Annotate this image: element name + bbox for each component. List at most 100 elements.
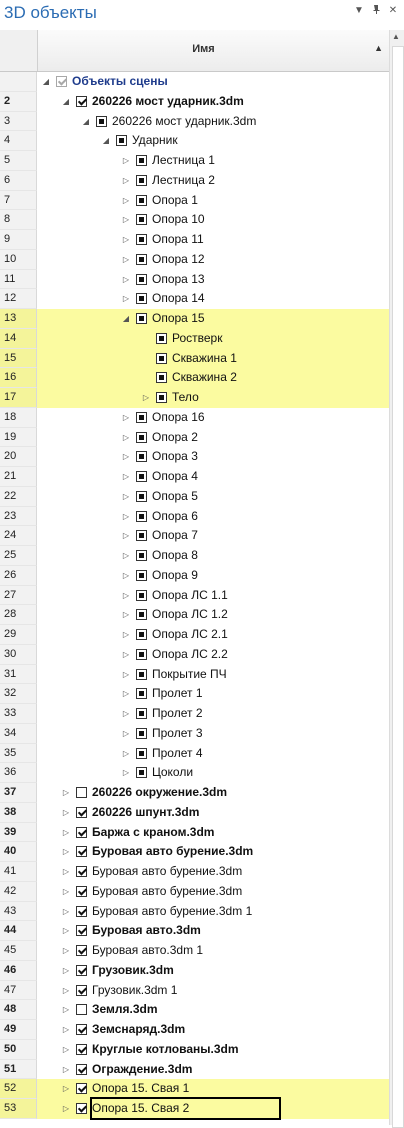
- visibility-checkbox[interactable]: [136, 589, 147, 601]
- expand-arrow-icon[interactable]: ▷: [60, 902, 72, 922]
- expand-arrow-icon[interactable]: ▷: [60, 862, 72, 882]
- visibility-checkbox[interactable]: [76, 1024, 87, 1035]
- expand-arrow-icon[interactable]: ▷: [60, 803, 72, 823]
- expand-arrow-icon[interactable]: ▷: [120, 744, 132, 764]
- scroll-up-icon[interactable]: ▲: [392, 32, 400, 41]
- expand-arrow-icon[interactable]: ▷: [120, 507, 132, 527]
- visibility-checkbox[interactable]: [136, 708, 147, 719]
- tree-row[interactable]: 13 ◢ Опора 15: [0, 309, 389, 329]
- tree-row[interactable]: 42 ▷ Буровая авто бурение.3dm: [0, 881, 389, 902]
- tree-row[interactable]: 46 ▷ Грузовик.3dm: [0, 960, 389, 981]
- visibility-checkbox[interactable]: [136, 174, 147, 186]
- expand-arrow-icon[interactable]: ▷: [120, 724, 132, 744]
- visibility-checkbox[interactable]: [136, 510, 147, 522]
- tree-row[interactable]: 35 ▷ Пролет 4: [0, 743, 389, 764]
- expand-arrow-icon[interactable]: ▷: [120, 526, 132, 546]
- expand-arrow-icon[interactable]: ▷: [120, 210, 132, 230]
- expand-arrow-icon[interactable]: ▷: [120, 270, 132, 290]
- expand-arrow-icon[interactable]: ▷: [120, 645, 132, 665]
- close-icon[interactable]: ✕: [386, 4, 400, 18]
- expand-arrow-icon[interactable]: ▷: [120, 467, 132, 487]
- visibility-checkbox[interactable]: [136, 234, 147, 245]
- tree-row[interactable]: 9 ▷ Опора 11: [0, 230, 389, 250]
- visibility-checkbox[interactable]: [136, 471, 147, 482]
- tree-row[interactable]: 17 ▷ Тело: [0, 388, 389, 408]
- visibility-checkbox[interactable]: [136, 569, 147, 581]
- tree-row[interactable]: 34 ▷ Пролет 3: [0, 723, 389, 744]
- tree-row[interactable]: 10 ▷ Опора 12: [0, 249, 389, 270]
- visibility-checkbox[interactable]: [76, 964, 87, 976]
- tree-row[interactable]: 36 ▷ Цоколи: [0, 763, 389, 783]
- tree-row[interactable]: 47 ▷ Грузовик.3dm 1: [0, 980, 389, 1001]
- expand-arrow-icon[interactable]: ▷: [140, 388, 152, 408]
- collapse-arrow-icon[interactable]: ◢: [120, 309, 132, 329]
- expand-arrow-icon[interactable]: ▷: [60, 1079, 72, 1099]
- expand-arrow-icon[interactable]: ▷: [60, 823, 72, 843]
- tree-row[interactable]: 27 ▷ Опора ЛС 1.1: [0, 585, 389, 606]
- visibility-checkbox[interactable]: [76, 945, 87, 956]
- tree-row[interactable]: 15 Скважина 1: [0, 348, 389, 369]
- tree-row[interactable]: 18 ▷ Опора 16: [0, 407, 389, 428]
- expand-arrow-icon[interactable]: ▷: [60, 783, 72, 803]
- tree-row[interactable]: 14 Ростверк: [0, 328, 389, 349]
- visibility-checkbox[interactable]: [136, 550, 147, 561]
- expand-arrow-icon[interactable]: ▷: [60, 1040, 72, 1060]
- tree-row[interactable]: 5 ▷ Лестница 1: [0, 151, 389, 171]
- visibility-checkbox[interactable]: [136, 273, 147, 285]
- tree-row[interactable]: 6 ▷ Лестница 2: [0, 170, 389, 191]
- tree-row[interactable]: 11 ▷ Опора 13: [0, 269, 389, 290]
- tree-row[interactable]: 20 ▷ Опора 3: [0, 447, 389, 467]
- visibility-checkbox[interactable]: [136, 490, 147, 502]
- column-header-name[interactable]: Имя ▲: [38, 30, 389, 71]
- expand-arrow-icon[interactable]: ▷: [120, 230, 132, 250]
- tree-row[interactable]: 22 ▷ Опора 5: [0, 486, 389, 507]
- expand-arrow-icon[interactable]: ▷: [120, 289, 132, 309]
- visibility-checkbox[interactable]: [76, 1103, 87, 1114]
- visibility-checkbox[interactable]: [136, 214, 147, 226]
- tree-row[interactable]: 4 ◢ Ударник: [0, 131, 389, 151]
- tree-row[interactable]: 52 ▷ Опора 15. Свая 1: [0, 1079, 389, 1099]
- tree-row[interactable]: 30 ▷ Опора ЛС 2.2: [0, 644, 389, 665]
- expand-arrow-icon[interactable]: ▷: [120, 171, 132, 191]
- tree-row[interactable]: 23 ▷ Опора 6: [0, 506, 389, 527]
- visibility-checkbox[interactable]: [136, 727, 147, 739]
- visibility-checkbox[interactable]: [136, 155, 147, 166]
- visibility-checkbox[interactable]: [156, 352, 167, 364]
- tree-row[interactable]: 26 ▷ Опора 9: [0, 565, 389, 586]
- expand-arrow-icon[interactable]: ▷: [120, 586, 132, 606]
- visibility-checkbox[interactable]: [136, 530, 147, 542]
- scrollbar-thumb[interactable]: [392, 46, 404, 1128]
- expand-arrow-icon[interactable]: ▷: [60, 1060, 72, 1080]
- expand-arrow-icon[interactable]: ▷: [60, 941, 72, 961]
- tree-row[interactable]: 51 ▷ Ограждение.3dm: [0, 1059, 389, 1080]
- tree-row[interactable]: 40 ▷ Буровая авто бурение.3dm: [0, 842, 389, 862]
- expand-arrow-icon[interactable]: ▷: [120, 763, 132, 783]
- expand-arrow-icon[interactable]: ▷: [60, 1020, 72, 1040]
- expand-arrow-icon[interactable]: ▷: [120, 546, 132, 566]
- visibility-checkbox[interactable]: [136, 767, 147, 779]
- chevron-down-icon[interactable]: ▼: [352, 4, 366, 18]
- tree-row[interactable]: 39 ▷ Баржа с краном.3dm: [0, 822, 389, 843]
- visibility-checkbox[interactable]: [76, 1043, 87, 1055]
- tree-row[interactable]: 33 ▷ Пролет 2: [0, 704, 389, 724]
- visibility-checkbox[interactable]: [76, 905, 87, 917]
- tree-row[interactable]: 44 ▷ Буровая авто.3dm: [0, 921, 389, 941]
- expand-arrow-icon[interactable]: ▷: [60, 921, 72, 941]
- visibility-checkbox[interactable]: [136, 629, 147, 640]
- vertical-scrollbar[interactable]: ▲: [389, 30, 404, 1128]
- visibility-checkbox[interactable]: [76, 866, 87, 877]
- tree-row[interactable]: 12 ▷ Опора 14: [0, 289, 389, 309]
- tree-row[interactable]: 3 ◢ 260226 мост ударник.3dm: [0, 111, 389, 132]
- tree-row[interactable]: 41 ▷ Буровая авто бурение.3dm: [0, 862, 389, 882]
- visibility-checkbox[interactable]: [76, 806, 87, 818]
- pin-icon[interactable]: [369, 4, 383, 18]
- tree-row[interactable]: 31 ▷ Покрытие ПЧ: [0, 664, 389, 685]
- expand-arrow-icon[interactable]: ▷: [120, 704, 132, 724]
- collapse-arrow-icon[interactable]: ◢: [40, 72, 52, 92]
- expand-arrow-icon[interactable]: ▷: [120, 191, 132, 211]
- visibility-checkbox[interactable]: [76, 885, 87, 897]
- visibility-checkbox[interactable]: [136, 431, 147, 443]
- expand-arrow-icon[interactable]: ▷: [120, 487, 132, 507]
- tree-row[interactable]: 24 ▷ Опора 7: [0, 526, 389, 546]
- visibility-checkbox[interactable]: [56, 76, 67, 87]
